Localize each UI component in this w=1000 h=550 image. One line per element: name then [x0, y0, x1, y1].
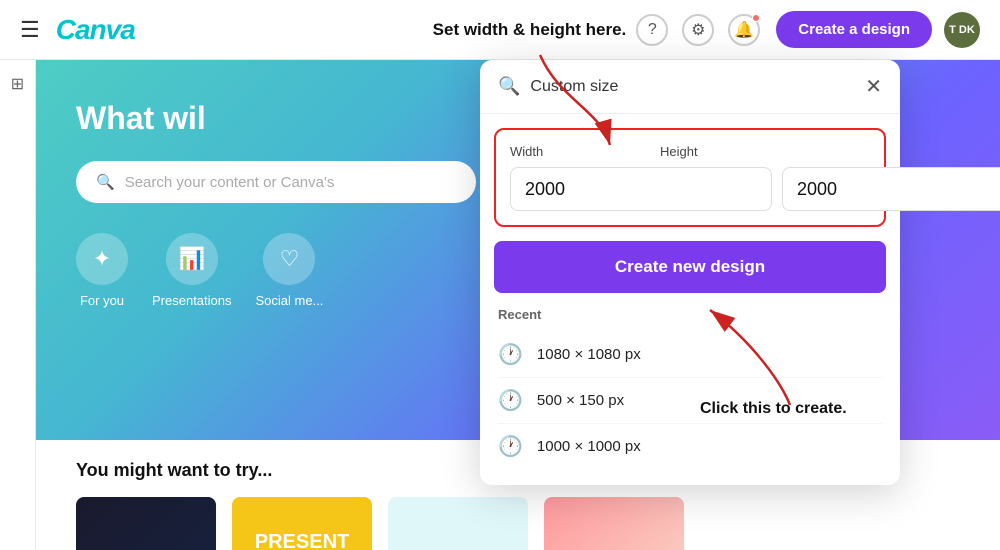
size-inputs-row: px ▾ 🔓: [510, 167, 870, 211]
create-design-header-button[interactable]: Create a design: [776, 11, 932, 48]
thumbnail-row: PRESENT: [76, 497, 960, 550]
search-icon: 🔍: [96, 173, 115, 191]
recent-item-0[interactable]: 🕐 1080 × 1080 px: [498, 332, 882, 378]
for-you-label: For you: [80, 293, 124, 308]
panel-search-row: 🔍 ✕: [480, 60, 900, 114]
social-icon: ♡: [263, 233, 315, 285]
for-you-icon: ✦: [76, 233, 128, 285]
header-annotation-text: Set width & height here.: [433, 20, 627, 40]
header: ☰ Canva Set width & height here. ? ⚙ 🔔 C…: [0, 0, 1000, 60]
width-label: Width: [510, 144, 650, 159]
header-icons: ? ⚙ 🔔: [636, 14, 760, 46]
notification-icon-button[interactable]: 🔔: [728, 14, 760, 46]
recent-clock-icon-0: 🕐: [498, 342, 523, 367]
help-icon-button[interactable]: ?: [636, 14, 668, 46]
recent-item-2[interactable]: 🕐 1000 × 1000 px: [498, 424, 882, 469]
recent-item-1[interactable]: 🕐 500 × 150 px: [498, 378, 882, 424]
hero-search-bar[interactable]: 🔍 Search your content or Canva's: [76, 161, 476, 203]
notification-dot: [752, 14, 760, 22]
height-label: Height: [660, 144, 800, 159]
settings-icon-button[interactable]: ⚙: [682, 14, 714, 46]
hamburger-menu[interactable]: ☰: [20, 17, 40, 43]
create-new-design-button[interactable]: Create new design: [494, 241, 886, 293]
quick-action-social[interactable]: ♡ Social me...: [256, 233, 324, 308]
size-labels-row: Width Height: [510, 144, 870, 159]
custom-size-panel: 🔍 ✕ Width Height px ▾ 🔓 Create new desig…: [480, 60, 900, 485]
recent-title: Recent: [498, 307, 882, 322]
sidebar-crop-icon[interactable]: ⊞: [4, 70, 32, 98]
recent-label-0: 1080 × 1080 px: [537, 346, 641, 363]
bell-icon: 🔔: [734, 20, 754, 40]
size-inputs-container: Width Height px ▾ 🔓: [494, 128, 886, 227]
quick-action-presentations[interactable]: 📊 Presentations: [152, 233, 232, 308]
user-avatar[interactable]: T DK: [944, 12, 980, 48]
search-placeholder: Search your content or Canva's: [125, 174, 335, 191]
quick-action-for-you[interactable]: ✦ For you: [76, 233, 128, 308]
recent-clock-icon-1: 🕐: [498, 388, 523, 413]
thumbnail-2[interactable]: PRESENT: [232, 497, 372, 550]
presentations-icon: 📊: [166, 233, 218, 285]
recent-clock-icon-2: 🕐: [498, 434, 523, 459]
question-icon: ?: [648, 21, 657, 39]
sidebar: ⊞: [0, 60, 36, 550]
height-input[interactable]: [782, 167, 1000, 211]
canva-logo: Canva: [56, 14, 135, 46]
social-label: Social me...: [256, 293, 324, 308]
panel-close-button[interactable]: ✕: [865, 74, 882, 99]
width-input[interactable]: [510, 167, 772, 211]
recent-section: Recent 🕐 1080 × 1080 px 🕐 500 × 150 px 🕐…: [480, 307, 900, 485]
gear-icon: ⚙: [691, 20, 705, 40]
thumbnail-1[interactable]: [76, 497, 216, 550]
thumbnail-3[interactable]: [388, 497, 528, 550]
panel-search-icon: 🔍: [498, 76, 520, 97]
thumbnail-4[interactable]: [544, 497, 684, 550]
presentations-label: Presentations: [152, 293, 232, 308]
panel-search-input[interactable]: [530, 78, 855, 96]
recent-label-1: 500 × 150 px: [537, 392, 624, 409]
recent-label-2: 1000 × 1000 px: [537, 438, 641, 455]
